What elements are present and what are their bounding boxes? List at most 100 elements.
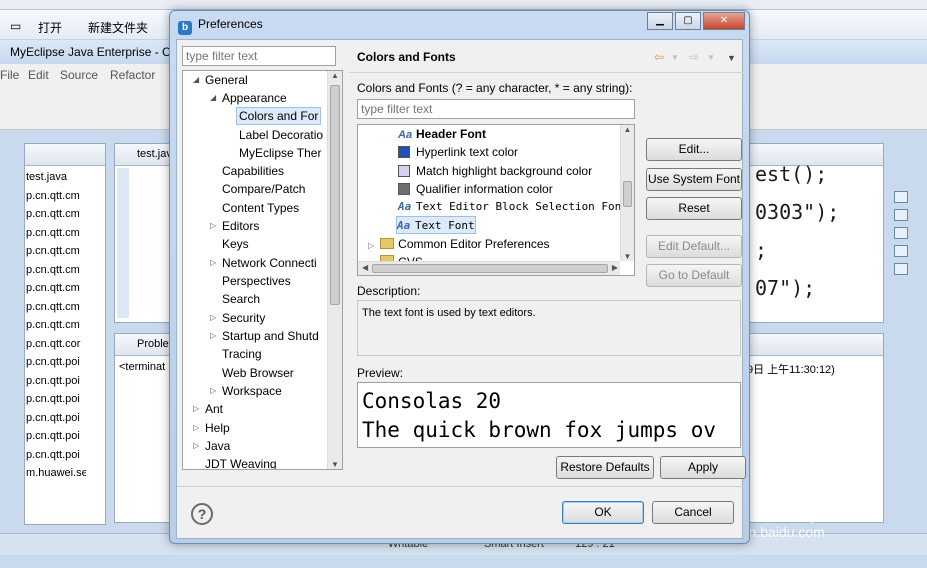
package-tab-label[interactable]: test.java [26, 168, 86, 187]
tree-item-myeclipse-themes[interactable]: MyEclipse Ther [239, 144, 321, 162]
collapsed-arrow-icon[interactable]: ▷ [193, 419, 199, 437]
tree-item-workspace[interactable]: ▷ Workspace [210, 382, 282, 400]
view-icon[interactable] [894, 227, 908, 239]
apply-button[interactable]: Apply [660, 456, 746, 479]
list-item-block-selection-font[interactable]: Aa Text Editor Block Selection Font [398, 198, 628, 216]
collapsed-arrow-icon[interactable]: ▷ [210, 327, 216, 345]
cancel-button[interactable]: Cancel [652, 501, 734, 524]
package-item[interactable]: p.cn.qtt.cm [26, 205, 86, 224]
list-item-match-highlight[interactable]: Match highlight background color [398, 162, 592, 180]
collapsed-arrow-icon[interactable]: ▷ [193, 437, 199, 455]
go-to-default-button[interactable]: Go to Default [646, 264, 742, 287]
tree-item-colors-and-fonts[interactable]: Colors and For [236, 107, 322, 125]
tree-item-network-connections[interactable]: ▷ Network Connecti [210, 254, 317, 272]
tree-item-web-browser[interactable]: Web Browser [222, 364, 294, 382]
view-menu-icon[interactable]: ▼ [727, 53, 736, 63]
scroll-down-icon[interactable]: ▼ [621, 252, 634, 261]
tree-item-content-types[interactable]: Content Types [222, 199, 299, 217]
close-button[interactable]: ✕ [703, 12, 745, 30]
ok-button[interactable]: OK [562, 501, 644, 524]
scroll-right-icon[interactable]: ▶ [612, 263, 618, 272]
menu-source[interactable]: Source [60, 68, 98, 82]
scroll-up-icon[interactable]: ▲ [621, 125, 634, 134]
tree-scrollbar[interactable]: ▲ ▼ [327, 71, 342, 469]
tree-item-appearance[interactable]: ◢ Appearance [210, 89, 287, 107]
tree-item-help[interactable]: ▷ Help [193, 419, 230, 437]
use-system-font-button[interactable]: Use System Font [646, 168, 742, 191]
package-item[interactable]: p.cn.qtt.poi [26, 446, 86, 465]
collapsed-arrow-icon[interactable]: ▷ [210, 254, 216, 272]
scroll-left-icon[interactable]: ◀ [362, 263, 368, 272]
tree-scroll-thumb[interactable] [330, 85, 340, 305]
list-item-text-font[interactable]: Aa Text Font [396, 216, 476, 234]
list-hscroll-thumb[interactable] [372, 264, 608, 273]
package-item[interactable]: p.cn.qtt.cm [26, 224, 86, 243]
tree-item-compare-patch[interactable]: Compare/Patch [222, 180, 305, 198]
explorer-new-folder[interactable]: 新建文件夹 [88, 19, 148, 36]
collapsed-arrow-icon[interactable]: ▷ [368, 241, 374, 250]
reset-button[interactable]: Reset [646, 197, 742, 220]
list-item-qualifier-color[interactable]: Qualifier information color [398, 180, 553, 198]
explorer-open[interactable]: 打开 [38, 19, 62, 36]
package-item[interactable]: p.cn.qtt.cm [26, 242, 86, 261]
menu-file[interactable]: File [0, 68, 19, 82]
package-item[interactable]: p.cn.qtt.poi [26, 372, 86, 391]
package-item[interactable]: p.cn.qtt.poi [26, 353, 86, 372]
package-explorer-tab[interactable] [25, 144, 105, 166]
tree-item-startup-shutdown[interactable]: ▷ Startup and Shutd [210, 327, 319, 345]
problems-tab[interactable]: Proble [137, 338, 169, 350]
tree-item-search[interactable]: Search [222, 290, 260, 308]
help-icon[interactable]: ? [191, 503, 213, 525]
tree-item-perspectives[interactable]: Perspectives [222, 272, 291, 290]
package-item[interactable]: p.cn.qtt.poi [26, 409, 86, 428]
edit-button[interactable]: Edit... [646, 138, 742, 161]
collapsed-arrow-icon[interactable]: ▷ [193, 400, 199, 418]
package-item[interactable]: p.cn.qtt.poi [26, 390, 86, 409]
package-item[interactable]: p.cn.qtt.cor [26, 335, 86, 354]
collapsed-arrow-icon[interactable]: ▷ [210, 382, 216, 400]
scroll-up-icon[interactable]: ▲ [328, 71, 342, 80]
tree-item-editors[interactable]: ▷ Editors [210, 217, 259, 235]
forward-dropdown-icon[interactable]: ▼ [707, 53, 715, 62]
tree-item-tracing[interactable]: Tracing [222, 345, 262, 363]
view-icon[interactable] [894, 245, 908, 257]
list-item-header-font[interactable]: Aa Header Font [398, 125, 486, 143]
scroll-down-icon[interactable]: ▼ [328, 460, 342, 469]
package-item[interactable]: m.huawei.se [26, 464, 86, 483]
expanded-arrow-icon[interactable]: ◢ [193, 71, 199, 89]
tree-item-keys[interactable]: Keys [222, 235, 249, 253]
list-vscrollbar[interactable]: ▲ ▼ [620, 125, 634, 261]
collapsed-arrow-icon[interactable]: ▷ [210, 217, 216, 235]
list-item-common-editor-prefs[interactable]: ▷ Common Editor Preferences [368, 235, 550, 253]
package-item[interactable]: p.cn.qtt.cm [26, 279, 86, 298]
maximize-button[interactable]: ▢ [675, 12, 701, 30]
tree-item-general[interactable]: ◢ General [193, 71, 248, 89]
menu-edit[interactable]: Edit [28, 68, 49, 82]
forward-arrow-icon[interactable]: ⇨ [689, 50, 699, 64]
tree-item-jdt-weaving[interactable]: JDT Weaving [205, 455, 277, 469]
edit-default-button[interactable]: Edit Default... [646, 235, 742, 258]
view-icon[interactable] [894, 209, 908, 221]
package-item[interactable]: p.cn.qtt.poi [26, 427, 86, 446]
package-item[interactable]: p.cn.qtt.cm [26, 187, 86, 206]
expanded-arrow-icon[interactable]: ◢ [210, 89, 216, 107]
restore-defaults-button[interactable]: Restore Defaults [556, 456, 654, 479]
view-icon[interactable] [894, 263, 908, 275]
view-icon[interactable] [894, 191, 908, 203]
package-item[interactable]: p.cn.qtt.cm [26, 298, 86, 317]
list-item-hyperlink-color[interactable]: Hyperlink text color [398, 143, 518, 161]
list-filter-input[interactable] [357, 99, 635, 119]
tree-item-java[interactable]: ▷ Java [193, 437, 230, 455]
tree-item-ant[interactable]: ▷ Ant [193, 400, 223, 418]
back-arrow-icon[interactable]: ⇦ [654, 50, 664, 64]
tree-item-capabilities[interactable]: Capabilities [222, 162, 284, 180]
list-scroll-thumb[interactable] [623, 181, 632, 207]
package-item[interactable]: p.cn.qtt.cm [26, 261, 86, 280]
back-dropdown-icon[interactable]: ▼ [671, 53, 679, 62]
collapsed-arrow-icon[interactable]: ▷ [210, 309, 216, 327]
package-item[interactable]: p.cn.qtt.cm [26, 316, 86, 335]
menu-refactor[interactable]: Refactor [110, 68, 155, 82]
tree-filter-input[interactable] [182, 46, 336, 66]
list-hscrollbar[interactable]: ◀ ▶ [358, 261, 620, 275]
minimize-button[interactable]: ▁ [647, 12, 673, 30]
